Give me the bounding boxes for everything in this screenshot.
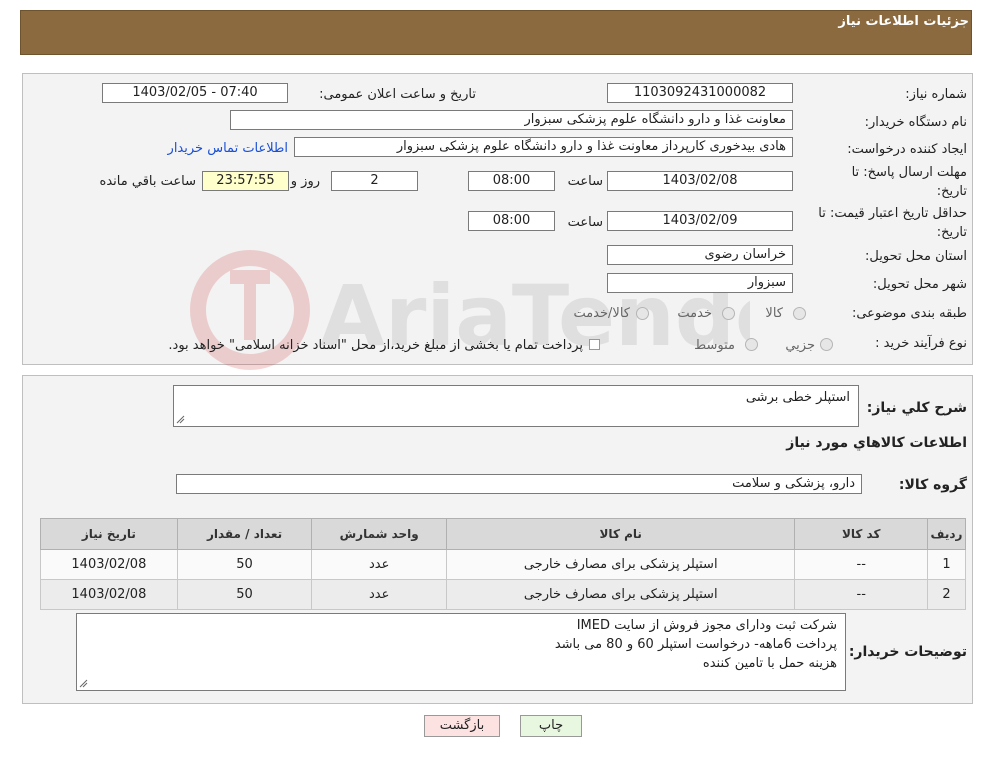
validity-label-date: تاریخ: bbox=[936, 225, 967, 240]
days-label: روز و bbox=[290, 174, 320, 189]
validity-date-field: 1403/02/09 bbox=[607, 211, 793, 231]
items-table-wrap: ردیف کد کالا نام کالا واحد شمارش تعداد /… bbox=[40, 518, 967, 610]
deadline-time-label: ساعت bbox=[567, 174, 603, 189]
radio-goods-service[interactable] bbox=[636, 307, 649, 320]
col-name-header: نام کالا bbox=[445, 518, 796, 550]
radio-service-label: خدمت bbox=[677, 306, 712, 321]
radio-goods-label: کالا bbox=[765, 306, 783, 321]
buyer-notes-textarea: شرکت ثبت ودارای مجوز فروش از سایت IMED پ… bbox=[76, 613, 846, 691]
col-code-header: کد کالا bbox=[794, 518, 928, 550]
cell-qty: 50 bbox=[176, 549, 313, 580]
province-field: خراسان رضوی bbox=[607, 245, 793, 265]
table-row: 2 -- استپلر پزشکی برای مصارف خارجی عدد 5… bbox=[40, 579, 967, 610]
creator-field: هادی بیدخوری کارپرداز معاونت غذا و دارو … bbox=[294, 137, 793, 157]
validity-time-label: ساعت bbox=[567, 215, 603, 230]
creator-label: ایجاد کننده درخواست: bbox=[847, 142, 967, 157]
cell-code: -- bbox=[794, 549, 928, 580]
col-date-header: تاریخ نیاز bbox=[40, 518, 178, 550]
city-field: سبزوار bbox=[607, 273, 793, 293]
process-label: نوع فرآیند خرید : bbox=[875, 336, 967, 351]
remaining-time-field: 23:57:55 bbox=[202, 171, 289, 191]
cell-name: استپلر پزشکی برای مصارف خارجی bbox=[445, 579, 796, 610]
cell-date: 1403/02/08 bbox=[40, 549, 178, 580]
remaining-label: ساعت باقي مانده bbox=[99, 174, 196, 189]
page-header bbox=[20, 10, 972, 55]
radio-goods[interactable] bbox=[793, 307, 806, 320]
table-row: 1 -- استپلر پزشکی برای مصارف خارجی عدد 5… bbox=[40, 549, 967, 580]
page-title: جزئیات اطلاعات نیاز bbox=[838, 14, 969, 29]
announce-field: 1403/02/05 - 07:40 bbox=[102, 83, 288, 103]
radio-goods-service-label: کالا/خدمت bbox=[573, 306, 630, 321]
cell-row: 1 bbox=[926, 549, 967, 580]
buyer-notes-label: توضیحات خریدار: bbox=[848, 644, 967, 660]
buyer-org-field: معاونت غذا و دارو دانشگاه علوم پزشکی سبز… bbox=[230, 110, 793, 130]
days-field: 2 bbox=[331, 171, 418, 191]
col-unit-header: واحد شمارش bbox=[311, 518, 447, 550]
category-label: طبقه بندی موضوعی: bbox=[851, 306, 967, 321]
radio-service[interactable] bbox=[722, 307, 735, 320]
deadline-label: مهلت ارسال پاسخ: تا bbox=[851, 165, 967, 180]
radio-minor-label: جزیي bbox=[785, 338, 815, 353]
resize-grip-icon[interactable] bbox=[79, 679, 88, 688]
deadline-label-date: تاریخ: bbox=[936, 184, 967, 199]
cell-row: 2 bbox=[926, 579, 967, 610]
col-qty-header: تعداد / مقدار bbox=[176, 518, 313, 550]
col-row-header: ردیف bbox=[926, 518, 967, 550]
print-button[interactable]: چاپ bbox=[520, 715, 582, 737]
goods-group-field: دارو، پزشکی و سلامت bbox=[176, 474, 862, 494]
cell-qty: 50 bbox=[176, 579, 313, 610]
summary-label: شرح کلي نیاز: bbox=[866, 400, 967, 416]
radio-medium-label: متوسط bbox=[694, 338, 735, 353]
treasury-checkbox[interactable] bbox=[589, 339, 600, 350]
city-label: شهر محل تحویل: bbox=[872, 277, 967, 292]
goods-group-label: گروه کالا: bbox=[898, 477, 967, 493]
province-label: استان محل تحویل: bbox=[865, 249, 967, 264]
cell-unit: عدد bbox=[311, 579, 447, 610]
process-note: پرداخت تمام یا بخشی از مبلغ خرید،از محل … bbox=[168, 338, 583, 353]
cell-name: استپلر پزشکی برای مصارف خارجی bbox=[445, 549, 796, 580]
announce-label: تاریخ و ساعت اعلان عمومی: bbox=[319, 87, 476, 102]
resize-grip-icon[interactable] bbox=[176, 415, 185, 424]
buyer-note-line: پرداخت 6ماهه- درخواست استپلر 60 و 80 می … bbox=[554, 637, 837, 652]
deadline-time-field: 08:00 bbox=[468, 171, 555, 191]
contact-info-link[interactable]: اطلاعات تماس خریدار bbox=[168, 141, 288, 156]
radio-minor[interactable] bbox=[820, 338, 833, 351]
need-number-field: 1103092431000082 bbox=[607, 83, 793, 103]
table-header-row: ردیف کد کالا نام کالا واحد شمارش تعداد /… bbox=[40, 518, 967, 550]
cell-date: 1403/02/08 bbox=[40, 579, 178, 610]
deadline-date-field: 1403/02/08 bbox=[607, 171, 793, 191]
summary-text: استپلر خطی برشی bbox=[745, 390, 850, 405]
goods-info-title: اطلاعات کالاهاي مورد نیاز bbox=[786, 435, 967, 451]
items-table: ردیف کد کالا نام کالا واحد شمارش تعداد /… bbox=[40, 518, 967, 610]
radio-medium[interactable] bbox=[745, 338, 758, 351]
cell-unit: عدد bbox=[311, 549, 447, 580]
cell-code: -- bbox=[794, 579, 928, 610]
buyer-note-line: هزینه حمل با تامین کننده bbox=[702, 656, 837, 671]
need-number-label: شماره نیاز: bbox=[905, 87, 967, 102]
validity-label: حداقل تاریخ اعتبار قیمت: تا bbox=[818, 206, 967, 221]
buyer-org-label: نام دستگاه خریدار: bbox=[864, 115, 967, 130]
buyer-note-line: شرکت ثبت ودارای مجوز فروش از سایت IMED bbox=[576, 618, 837, 633]
validity-time-field: 08:00 bbox=[468, 211, 555, 231]
summary-textarea: استپلر خطی برشی bbox=[173, 385, 859, 427]
back-button[interactable]: بازگشت bbox=[424, 715, 500, 737]
